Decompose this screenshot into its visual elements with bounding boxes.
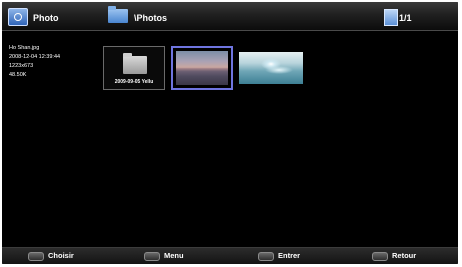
folder-thumbnail-icon	[123, 53, 147, 74]
folder-icon	[108, 6, 128, 23]
remote-key-icon	[258, 252, 274, 261]
photo-thumbnail[interactable]	[239, 46, 303, 90]
folder-thumbnail[interactable]: 2009-09-05 Yellu	[103, 46, 165, 90]
enter-label: Entrer	[278, 251, 301, 260]
select-label: Choisir	[48, 251, 74, 260]
header-bar: Photo \Photos 1/1	[2, 2, 458, 31]
remote-key-icon	[144, 252, 160, 261]
footer-bar: Choisir Menu Entrer Retour	[2, 247, 458, 264]
file-resolution: 1223x673	[9, 63, 34, 69]
tv-screen: Photo \Photos 1/1 Ho Shan.jpg 2008-12-04…	[2, 2, 458, 264]
remote-key-icon	[372, 252, 388, 261]
current-path: \Photos	[134, 13, 167, 23]
folder-caption: 2009-09-05 Yellu	[114, 79, 154, 85]
back-label: Retour	[392, 251, 417, 260]
page-icon	[384, 9, 398, 26]
photo-app-icon	[8, 8, 28, 26]
app-title: Photo	[33, 13, 59, 23]
page-indicator: 1/1	[399, 13, 412, 23]
sunset-image	[176, 51, 228, 85]
photo-thumbnail-selected[interactable]	[171, 46, 233, 90]
file-datetime: 2008-12-04 12:39:44	[9, 54, 61, 60]
remote-key-icon	[28, 252, 44, 261]
file-info-panel: Ho Shan.jpg 2008-12-04 12:39:44 1223x673…	[9, 44, 60, 80]
file-name: Ho Shan.jpg	[9, 45, 40, 51]
menu-label: Menu	[164, 251, 184, 260]
file-size: 48.50K	[9, 72, 27, 78]
water-splash-image	[239, 52, 303, 84]
